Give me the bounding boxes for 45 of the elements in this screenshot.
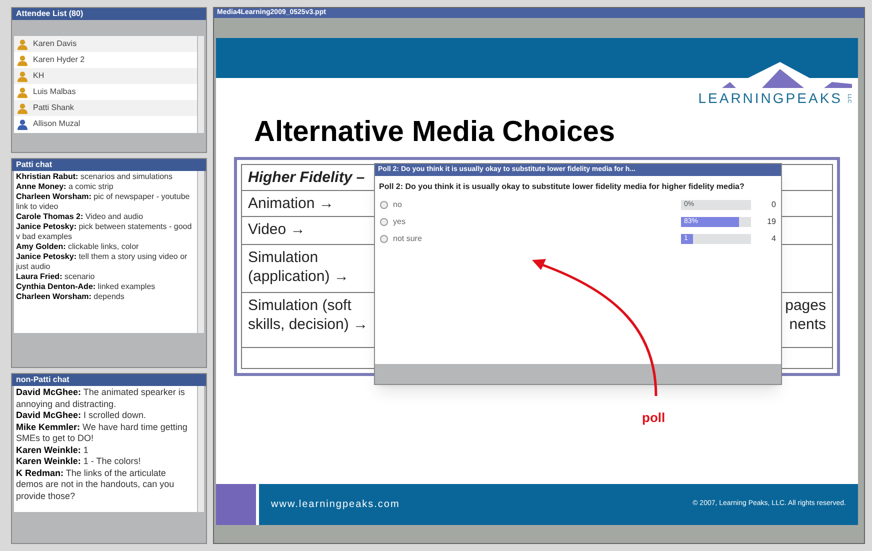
person-icon [17, 102, 28, 114]
person-icon [17, 38, 28, 50]
attendee-row[interactable]: Karen Davis [14, 36, 197, 52]
person-icon [17, 118, 28, 130]
logo-text: LEARNINGPEAKS [698, 89, 842, 108]
chat-message: K Redman: The links of the articulate demos are not in the handouts, can you provide those? [16, 468, 176, 502]
radio-button[interactable] [380, 200, 388, 208]
attendee-row[interactable]: KH [14, 68, 197, 84]
attendee-row[interactable]: Patti Shank [14, 100, 197, 116]
person-icon [17, 54, 28, 66]
option-label: yes [393, 216, 406, 228]
result-count: 19 [766, 216, 776, 228]
chat-message: Laura Fried: scenario [16, 272, 96, 282]
chat-message: Karen Weinkle: 1 - The colors! [16, 456, 142, 468]
radio-button[interactable] [380, 218, 388, 226]
chat-message: Mike Kemmler: We have hard time getting SMEs to get to DO! [16, 422, 188, 444]
chat-message: David McGhee: I scrolled down. [16, 410, 148, 422]
table-cell-text: pages nents [784, 296, 827, 335]
result-count: 4 [770, 232, 776, 244]
footer-block [216, 484, 256, 525]
chat-message: Anne Money: a comic strip [16, 182, 114, 192]
chat-message: Charleen Worsham: pic of newspaper - youtube link to video [16, 192, 191, 212]
scrollbar[interactable] [197, 171, 204, 333]
annotation-label: poll [642, 409, 666, 427]
chat-message: Cynthia Denton-Ade: linked examples [16, 282, 156, 292]
panel-title: Patti chat [12, 159, 206, 171]
scrollbar[interactable] [197, 36, 204, 133]
result-count: 0 [770, 198, 776, 210]
person-icon [17, 70, 28, 82]
panel-title: Attendee List (80) [12, 8, 206, 20]
chat-message: Carole Thomas 2: Video and audio [16, 212, 144, 222]
poll-question: Poll 2: Do you think it is usually okay to substitute lower fidelity media for higher fidelity media? [378, 181, 746, 193]
person-icon [17, 86, 28, 98]
chat-message: Khristian Rabut: scenarios and simulations [16, 172, 174, 182]
chat-message: Charleen Worsham: depends [16, 292, 126, 302]
option-label: no [393, 198, 403, 210]
footer-url: www.learningpeaks.com [271, 498, 400, 512]
panel-title: non-Patti chat [12, 374, 206, 386]
radio-button[interactable] [380, 234, 388, 242]
option-label: not sure [393, 232, 423, 244]
chat-message: Karen Weinkle: 1 [16, 444, 90, 456]
chat-message: David McGhee: The animated spearker is annoying and distracting. [16, 387, 186, 410]
chat-message: Amy Golden: clickable links, color [16, 242, 140, 252]
scrollbar[interactable] [197, 386, 204, 512]
slide-heading: Alternative Media Choices [253, 115, 616, 149]
